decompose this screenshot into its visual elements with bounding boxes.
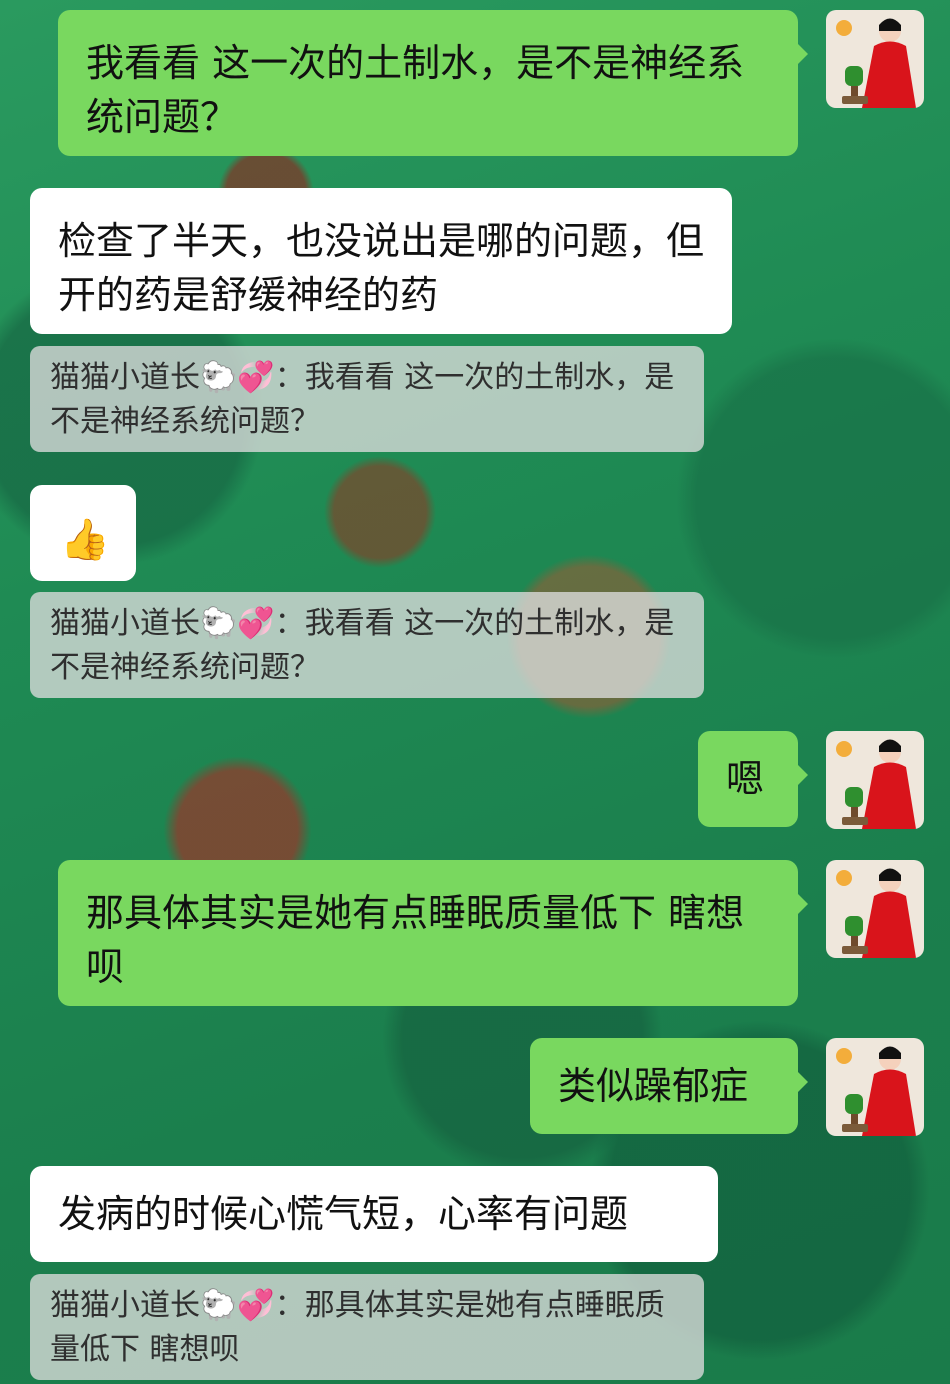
quoted-message-2-text: 猫猫小道长🐑💞：我看看 这一次的土制水，是不是神经系统问题？ xyxy=(50,606,675,685)
user-avatar-image xyxy=(826,860,924,958)
quoted-message-1[interactable]: 猫猫小道长🐑💞：我看看 这一次的土制水，是不是神经系统问题？ xyxy=(30,346,704,452)
message-outgoing-2-text: 嗯 xyxy=(726,757,765,801)
message-outgoing-1[interactable]: 我看看 这一次的土制水，是不是神经系统问题？ xyxy=(58,10,808,156)
message-outgoing-4-text: 类似躁郁症 xyxy=(558,1064,749,1108)
message-incoming-2-text: 发病的时候心慌气短，心率有问题 xyxy=(58,1192,629,1236)
quoted-message-2[interactable]: 猫猫小道长🐑💞：我看看 这一次的土制水，是不是神经系统问题？ xyxy=(30,592,704,698)
message-outgoing-2[interactable]: 嗯 xyxy=(698,731,808,827)
message-outgoing-3-text: 那具体其实是她有点睡眠质量低下 瞎想呗 xyxy=(86,891,745,989)
quoted-message-3[interactable]: 猫猫小道长🐑💞：那具体其实是她有点睡眠质量低下 瞎想呗 xyxy=(30,1274,704,1380)
avatar-self-2[interactable] xyxy=(826,731,924,829)
message-outgoing-4[interactable]: 类似躁郁症 xyxy=(530,1038,808,1134)
user-avatar-image xyxy=(826,10,924,108)
message-incoming-1-text: 检查了半天，也没说出是哪的问题，但开的药是舒缓神经的药 xyxy=(58,219,705,317)
user-avatar-image xyxy=(826,731,924,829)
thumbs-up-icon: 👍 xyxy=(60,517,110,563)
quoted-message-3-text: 猫猫小道长🐑💞：那具体其实是她有点睡眠质量低下 瞎想呗 xyxy=(50,1288,665,1367)
avatar-self-1[interactable] xyxy=(826,10,924,108)
message-outgoing-3[interactable]: 那具体其实是她有点睡眠质量低下 瞎想呗 xyxy=(58,860,808,1006)
user-avatar-image xyxy=(826,1038,924,1136)
message-incoming-2[interactable]: 发病的时候心慌气短，心率有问题 xyxy=(30,1166,718,1262)
message-incoming-1[interactable]: 检查了半天，也没说出是哪的问题，但开的药是舒缓神经的药 xyxy=(30,188,732,334)
quoted-message-1-text: 猫猫小道长🐑💞：我看看 这一次的土制水，是不是神经系统问题？ xyxy=(50,360,675,439)
avatar-self-3[interactable] xyxy=(826,860,924,958)
message-incoming-thumb[interactable]: 👍 xyxy=(30,485,136,581)
message-outgoing-1-text: 我看看 这一次的土制水，是不是神经系统问题？ xyxy=(86,41,745,139)
avatar-self-4[interactable] xyxy=(826,1038,924,1136)
